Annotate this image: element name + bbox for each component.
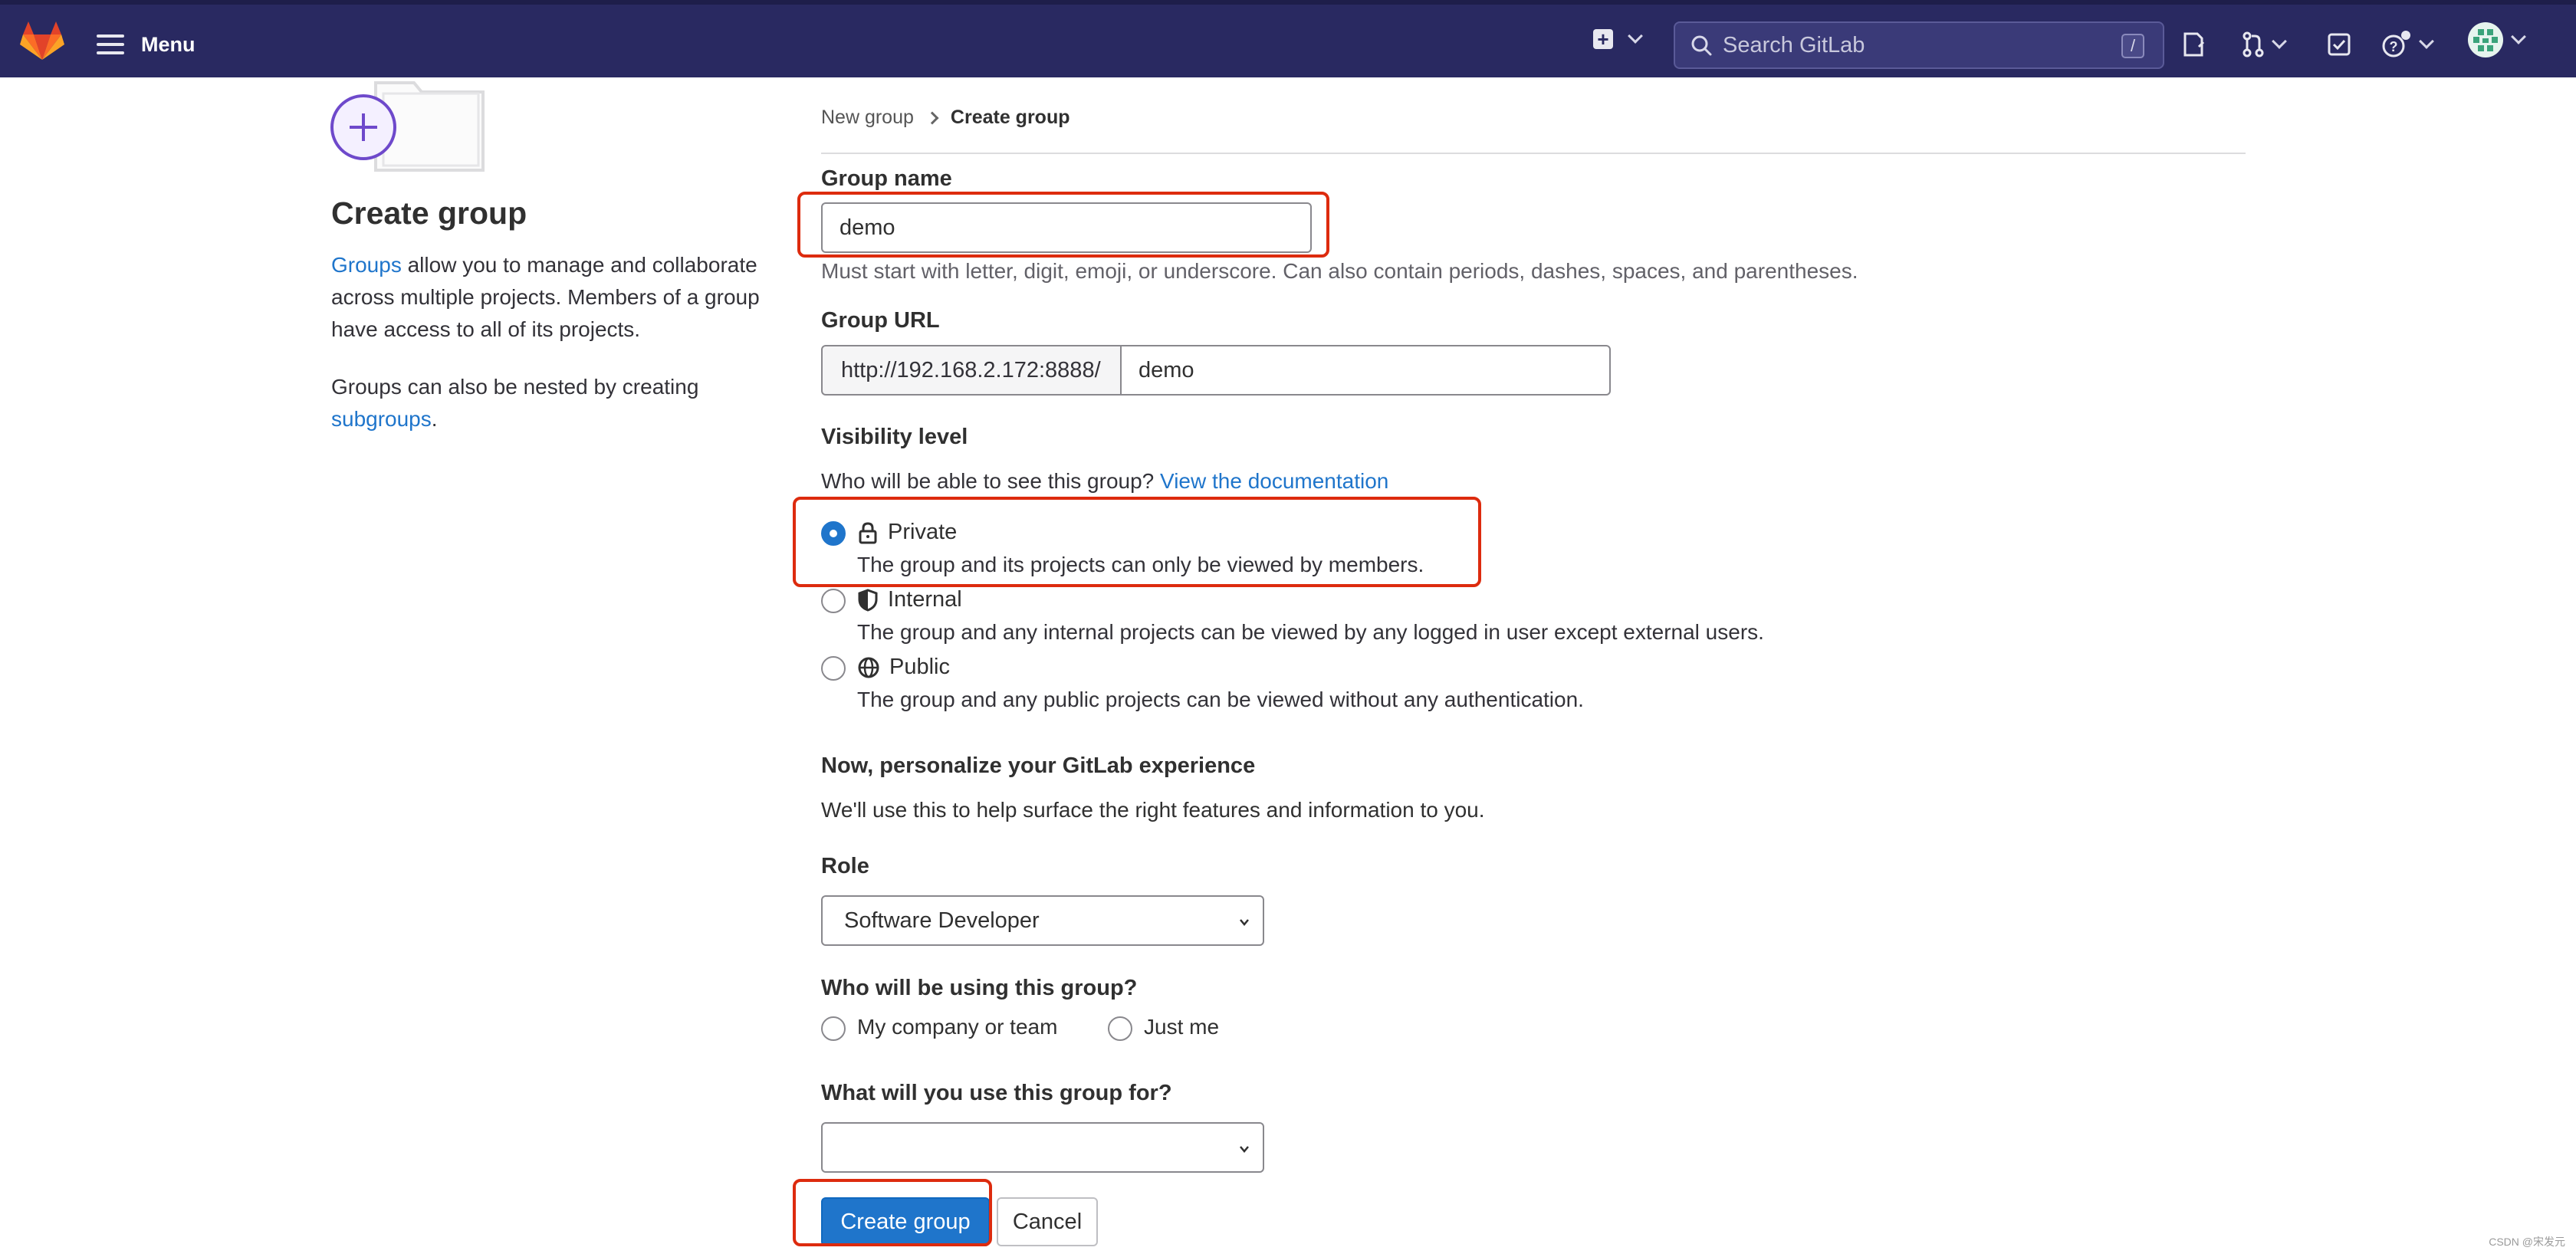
visibility-public-description: The group and any public projects can be… — [857, 688, 1584, 711]
shield-icon — [858, 588, 878, 612]
highlight-box-create-button — [793, 1179, 992, 1246]
role-select-value: Software Developer — [844, 908, 1040, 933]
audience-company-label[interactable]: My company or team — [857, 1015, 1057, 1039]
breadcrumb: New group Create group — [821, 107, 1070, 129]
audience-label: Who will be using this group? — [821, 976, 1138, 1000]
watermark: CSDN @宋发元 — [2489, 1236, 2565, 1248]
groups-description: Groups allow you to manage and collabora… — [331, 249, 776, 346]
personalize-heading: Now, personalize your GitLab experience — [821, 753, 1256, 778]
plus-square-icon: + — [1593, 29, 1613, 49]
search-box[interactable]: / — [1674, 21, 2164, 69]
chevron-down-icon — [2511, 29, 2526, 44]
purpose-select[interactable] — [821, 1122, 1264, 1173]
visibility-internal-label: Internal — [888, 587, 962, 612]
merge-request-icon — [2242, 31, 2264, 57]
sidebar-title: Create group — [331, 195, 527, 231]
role-label: Role — [821, 854, 869, 878]
svg-text:?: ? — [2390, 39, 2398, 54]
chevron-down-icon — [1628, 28, 1643, 44]
group-name-label: Group name — [821, 166, 952, 191]
audience-just-me-radio[interactable] — [1108, 1016, 1132, 1041]
help-dropdown[interactable]: ? — [2381, 29, 2434, 60]
folder-plus-illustration — [330, 81, 485, 172]
visibility-public-label: Public — [889, 655, 950, 679]
role-select[interactable]: Software Developer — [821, 895, 1264, 946]
select-arrows-icon — [1240, 1146, 1249, 1153]
chevron-down-icon — [2419, 34, 2434, 49]
todo-button[interactable] — [2327, 29, 2351, 60]
breadcrumb-divider — [821, 153, 2246, 154]
cancel-button[interactable]: Cancel — [997, 1197, 1098, 1246]
visibility-public-radio[interactable] — [821, 656, 846, 681]
help-question-icon: ? — [2382, 31, 2410, 57]
group-path-input[interactable] — [1120, 345, 1611, 396]
subgroups-description-text: Groups can also be nested by creating — [331, 375, 699, 399]
visibility-internal-radio[interactable] — [821, 589, 846, 613]
visibility-level-label: Visibility level — [821, 425, 968, 449]
menu-button[interactable]: Menu — [97, 28, 196, 61]
purpose-label: What will you use this group for? — [821, 1081, 1172, 1105]
top-navbar: Menu + / — [0, 0, 2576, 77]
chevron-right-icon — [925, 111, 939, 124]
breadcrumb-new-group[interactable]: New group — [821, 107, 914, 129]
todo-check-icon — [2328, 33, 2351, 56]
issues-button[interactable] — [2182, 29, 2205, 60]
group-url-prefix: http://192.168.2.172:8888/ — [821, 345, 1122, 396]
group-url-label: Group URL — [821, 308, 940, 333]
search-icon — [1691, 35, 1712, 56]
breadcrumb-create-group[interactable]: Create group — [951, 107, 1070, 129]
visibility-question: Who will be able to see this group? View… — [821, 469, 1389, 493]
audience-just-me-label[interactable]: Just me — [1144, 1015, 1219, 1039]
search-shortcut-hint: / — [2121, 34, 2144, 58]
view-documentation-link[interactable]: View the documentation — [1160, 469, 1388, 493]
visibility-internal-option[interactable]: Internal — [857, 587, 962, 612]
highlight-box-visibility — [793, 497, 1481, 587]
issues-icon — [2183, 32, 2205, 57]
search-input[interactable] — [1723, 32, 2106, 58]
menu-label: Menu — [141, 32, 196, 56]
chevron-down-icon — [2272, 34, 2287, 49]
personalize-subtext: We'll use this to help surface the right… — [821, 798, 1485, 822]
hamburger-icon — [97, 34, 124, 54]
groups-link[interactable]: Groups — [331, 253, 402, 277]
visibility-internal-description: The group and any internal projects can … — [857, 620, 1764, 644]
user-menu-dropdown[interactable] — [2467, 22, 2526, 57]
audience-company-radio[interactable] — [821, 1016, 846, 1041]
new-item-dropdown[interactable]: + — [1593, 28, 1643, 49]
highlight-box-group-name — [797, 192, 1329, 258]
visibility-public-option[interactable]: Public — [857, 655, 950, 680]
group-name-help: Must start with letter, digit, emoji, or… — [821, 259, 1858, 283]
subgroups-link[interactable]: subgroups — [331, 407, 432, 431]
avatar — [2468, 22, 2503, 57]
merge-requests-dropdown[interactable] — [2242, 29, 2287, 60]
gitlab-logo-icon[interactable] — [20, 21, 64, 61]
globe-icon — [858, 657, 879, 678]
select-arrows-icon — [1240, 919, 1249, 926]
subgroups-description: Groups can also be nested by creating su… — [331, 375, 699, 431]
